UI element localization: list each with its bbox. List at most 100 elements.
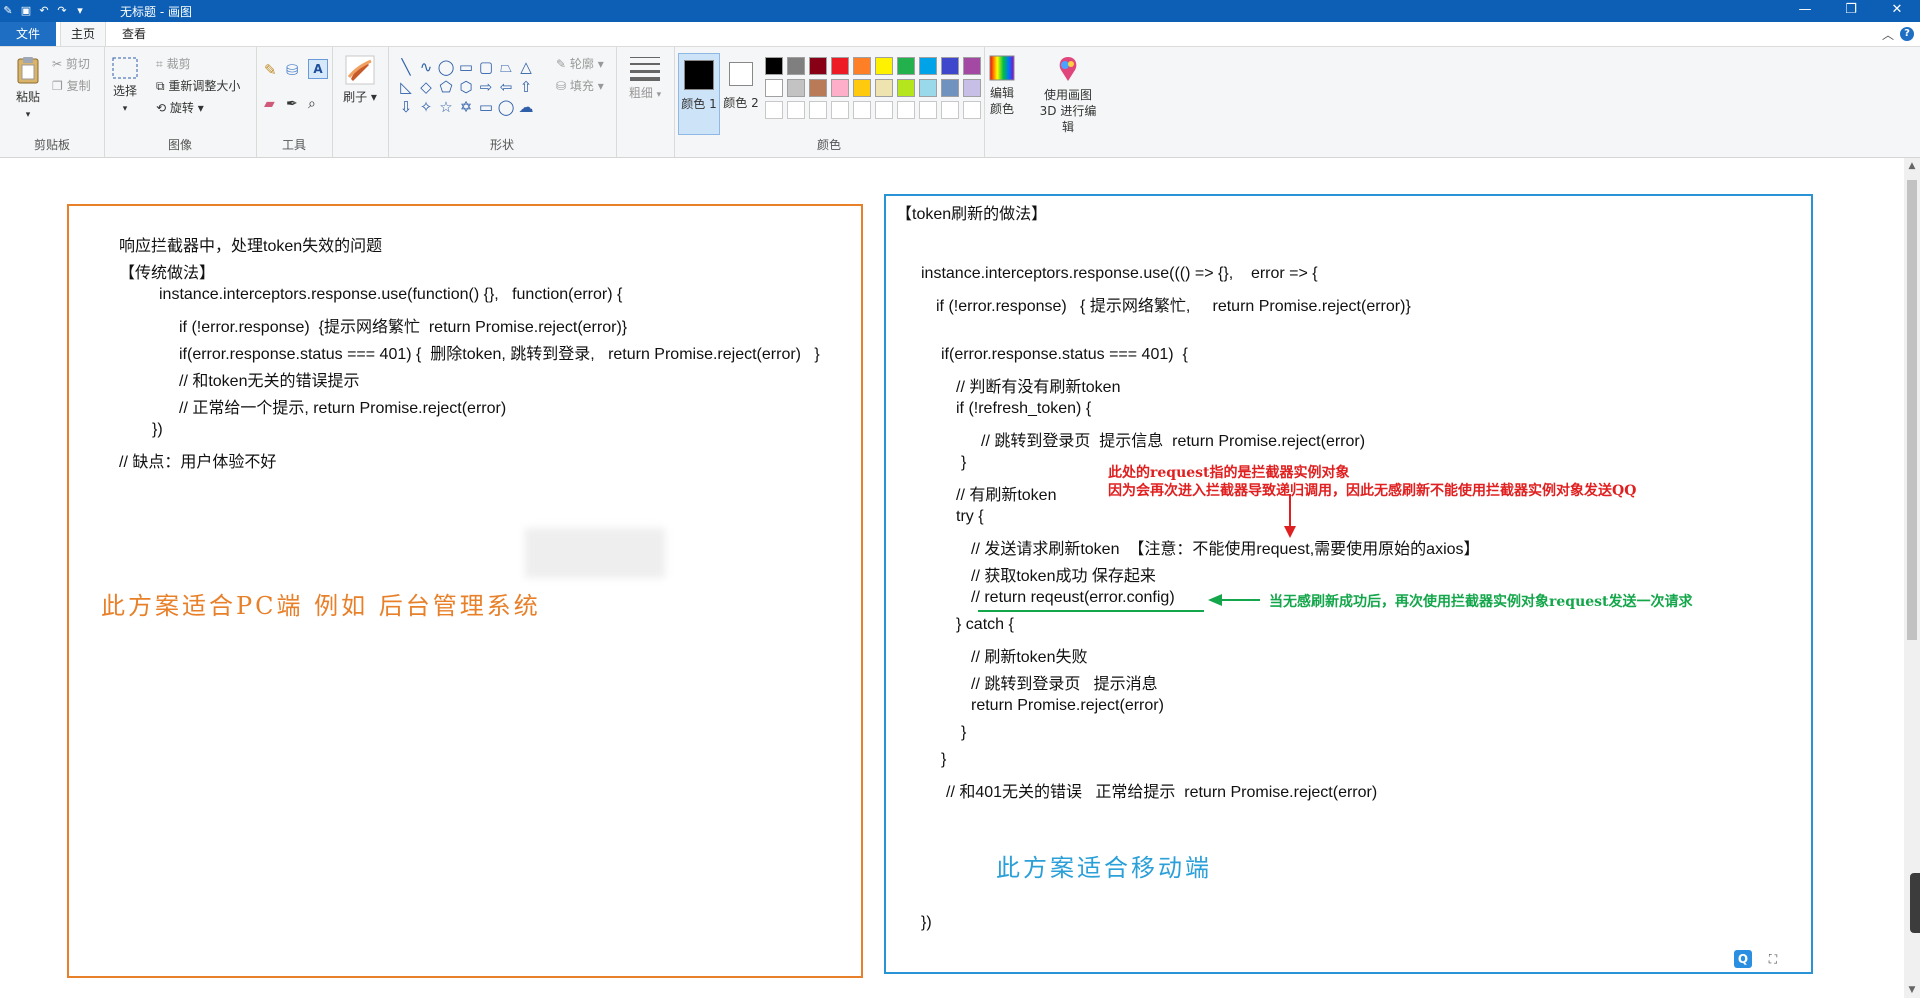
fill-button[interactable]: ⛁ 填充 ▾ bbox=[556, 77, 604, 95]
undo-icon[interactable]: ↶ bbox=[38, 5, 50, 17]
color-swatch[interactable] bbox=[875, 57, 893, 75]
curve-shape-icon[interactable]: ∿ bbox=[416, 57, 436, 77]
color-swatch[interactable] bbox=[765, 57, 783, 75]
pentagon-shape-icon[interactable]: ⬠ bbox=[436, 77, 456, 97]
color-swatch[interactable] bbox=[853, 79, 871, 97]
fill-bucket-icon[interactable]: ⛁ bbox=[286, 61, 299, 79]
color2-button[interactable]: 颜色 2 bbox=[722, 53, 760, 111]
color-swatch[interactable] bbox=[941, 101, 959, 119]
color-swatch[interactable] bbox=[963, 57, 981, 75]
magnifier-icon[interactable]: ⌕ bbox=[308, 95, 316, 113]
color-swatch[interactable] bbox=[897, 101, 915, 119]
redo-icon[interactable]: ↷ bbox=[56, 5, 68, 17]
pencil-icon[interactable]: ✎ bbox=[264, 61, 277, 79]
color-swatch[interactable] bbox=[787, 79, 805, 97]
vertical-scrollbar[interactable]: ▲ ▼ bbox=[1904, 158, 1920, 998]
color-swatch[interactable] bbox=[897, 79, 915, 97]
customize-dropdown-icon[interactable]: ▾ bbox=[74, 5, 86, 17]
diamond-shape-icon[interactable]: ◇ bbox=[416, 77, 436, 97]
color-swatch[interactable] bbox=[941, 79, 959, 97]
green-underline bbox=[978, 610, 1204, 612]
save-icon[interactable]: ▣ bbox=[20, 5, 32, 17]
crop-button[interactable]: ⌗ 裁剪 bbox=[156, 55, 191, 73]
color-swatch[interactable] bbox=[875, 79, 893, 97]
color-swatch[interactable] bbox=[919, 101, 937, 119]
select-button[interactable]: 选择 ▾ bbox=[110, 57, 140, 117]
oval-callout-shape-icon[interactable]: ◯ bbox=[496, 97, 516, 117]
minimize-button[interactable]: — bbox=[1782, 0, 1828, 22]
right-triangle-shape-icon[interactable]: ◺ bbox=[396, 77, 416, 97]
hexagon-shape-icon[interactable]: ⬡ bbox=[456, 77, 476, 97]
floating-search-icon[interactable]: Q bbox=[1734, 950, 1752, 968]
color-swatch[interactable] bbox=[831, 79, 849, 97]
triangle-shape-icon[interactable]: △ bbox=[516, 57, 536, 77]
color-swatch[interactable] bbox=[963, 101, 981, 119]
right-arrow-shape-icon[interactable]: ⇨ bbox=[476, 77, 496, 97]
color-swatch[interactable] bbox=[941, 57, 959, 75]
rectangle-shape-icon[interactable]: ▭ bbox=[456, 57, 476, 77]
color-swatch[interactable] bbox=[765, 101, 783, 119]
fullscreen-icon[interactable]: ⛶ bbox=[1766, 950, 1780, 968]
color-swatch[interactable] bbox=[787, 57, 805, 75]
collapse-ribbon-icon[interactable]: ︿ bbox=[1882, 26, 1894, 43]
up-arrow-shape-icon[interactable]: ⇧ bbox=[516, 77, 536, 97]
outline-button[interactable]: ✎ 轮廓 ▾ bbox=[556, 55, 604, 73]
brush-icon bbox=[345, 55, 375, 85]
paste-button[interactable]: 粘贴 ▾ bbox=[10, 55, 46, 123]
green-annotation: 当无感刷新成功后，再次使用拦截器实例对象request发送一次请求 bbox=[1269, 594, 1693, 610]
size-button[interactable]: 粗细 ▾ bbox=[628, 55, 662, 103]
color-swatch[interactable] bbox=[831, 57, 849, 75]
color-swatch[interactable] bbox=[787, 101, 805, 119]
paint3d-button[interactable]: 使用画图 3D 进行编辑 bbox=[1036, 55, 1100, 135]
tab-home[interactable]: 主页 bbox=[60, 22, 107, 46]
color-swatch[interactable] bbox=[809, 57, 827, 75]
color1-button[interactable]: 颜色 1 bbox=[678, 53, 720, 135]
color-swatch[interactable] bbox=[963, 79, 981, 97]
paint3d-icon bbox=[1059, 57, 1077, 81]
color-swatch[interactable] bbox=[765, 79, 783, 97]
left-arrow-shape-icon[interactable]: ⇦ bbox=[496, 77, 516, 97]
color-swatch[interactable] bbox=[809, 79, 827, 97]
color-swatch[interactable] bbox=[853, 57, 871, 75]
close-button[interactable]: ✕ bbox=[1874, 0, 1920, 22]
right-line-19: // 和401无关的错误 正常给提示 return Promise.reject… bbox=[946, 784, 1378, 801]
scroll-up-icon[interactable]: ▲ bbox=[1904, 158, 1920, 174]
color-swatch[interactable] bbox=[875, 101, 893, 119]
eraser-icon[interactable]: ▰ bbox=[264, 95, 275, 113]
six-point-star-shape-icon[interactable]: ✡ bbox=[456, 97, 476, 117]
paint-app-icon[interactable]: ✎ bbox=[2, 5, 14, 17]
tab-view[interactable]: 查看 bbox=[112, 22, 156, 46]
scroll-down-icon[interactable]: ▼ bbox=[1904, 982, 1920, 998]
four-point-star-shape-icon[interactable]: ✧ bbox=[416, 97, 436, 117]
rect-callout-shape-icon[interactable]: ▭ bbox=[476, 97, 496, 117]
cloud-callout-shape-icon[interactable]: ☁ bbox=[516, 97, 536, 117]
resize-button[interactable]: ⧉ 重新调整大小 bbox=[156, 77, 240, 95]
brushes-button[interactable]: 刷子 ▾ bbox=[340, 55, 380, 105]
cut-button[interactable]: ✂ 剪切 bbox=[52, 55, 90, 73]
tab-file[interactable]: 文件 bbox=[0, 22, 56, 46]
color-palette bbox=[763, 55, 983, 121]
line-shape-icon[interactable]: ╲ bbox=[396, 57, 416, 77]
maximize-button[interactable]: ❐ bbox=[1828, 0, 1874, 22]
copy-button[interactable]: ❐ 复制 bbox=[52, 77, 91, 95]
scrollbar-thumb[interactable] bbox=[1907, 180, 1917, 640]
side-tab[interactable] bbox=[1910, 873, 1920, 933]
oval-shape-icon[interactable]: ◯ bbox=[436, 57, 456, 77]
five-point-star-shape-icon[interactable]: ☆ bbox=[436, 97, 456, 117]
color-swatch[interactable] bbox=[831, 101, 849, 119]
color-picker-icon[interactable]: ✒ bbox=[286, 95, 298, 113]
right-line-9: try { bbox=[956, 508, 984, 525]
help-icon[interactable]: ? bbox=[1900, 27, 1914, 41]
color-swatch[interactable] bbox=[809, 101, 827, 119]
rotate-button[interactable]: ⟲ 旋转 ▾ bbox=[156, 99, 204, 117]
text-tool-icon[interactable]: A bbox=[308, 59, 328, 79]
color-swatch[interactable] bbox=[919, 79, 937, 97]
down-arrow-shape-icon[interactable]: ⇩ bbox=[396, 97, 416, 117]
color-swatch[interactable] bbox=[919, 57, 937, 75]
polygon-shape-icon[interactable]: ⏢ bbox=[496, 57, 516, 77]
color-swatch[interactable] bbox=[897, 57, 915, 75]
color-swatch[interactable] bbox=[853, 101, 871, 119]
edit-colors-button[interactable]: 编辑颜色 bbox=[988, 55, 1016, 117]
red-annotation-2: 因为会再次进入拦截器导致递归调用，因此无感刷新不能使用拦截器实例对象发送QQ bbox=[1108, 483, 1637, 499]
rounded-rectangle-shape-icon[interactable]: ▢ bbox=[476, 57, 496, 77]
